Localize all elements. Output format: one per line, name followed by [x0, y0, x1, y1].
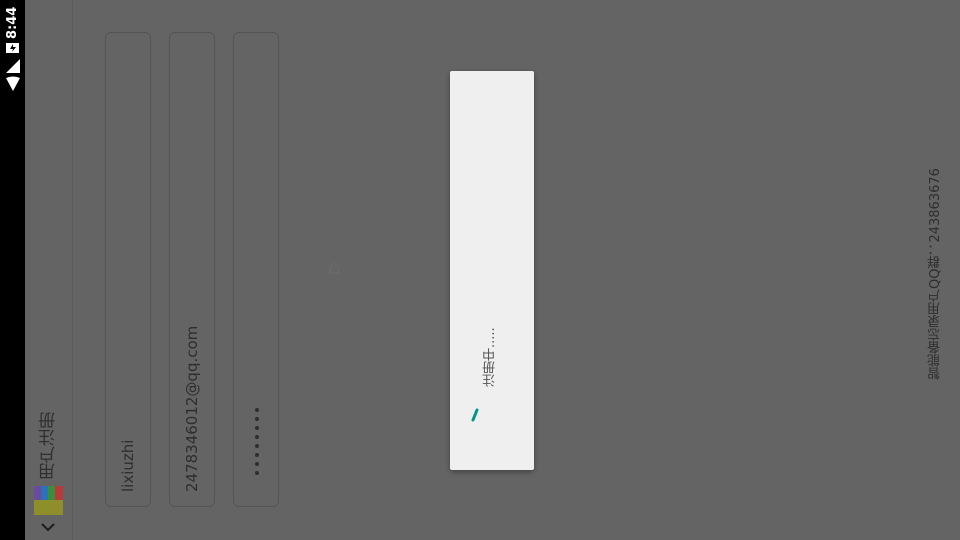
chevron-down-icon[interactable]	[40, 520, 56, 534]
app-logo-icon[interactable]	[33, 485, 64, 516]
progress-dialog: 注册中.....	[450, 71, 534, 470]
username-value: lixiuzhi	[119, 439, 137, 492]
password-dot	[255, 435, 259, 439]
password-dot	[255, 453, 259, 457]
password-field[interactable]	[233, 32, 279, 507]
email-value: 2478346012@qq.com	[183, 325, 201, 492]
dialog-message: 注册中.....	[483, 327, 498, 387]
loading-spinner-icon	[469, 408, 481, 422]
cell-signal-icon	[5, 58, 21, 74]
page-title: 用户注册	[39, 412, 59, 480]
action-bar: 用户注册	[25, 0, 73, 540]
password-dot	[255, 426, 259, 430]
password-dot	[255, 471, 259, 475]
password-dot	[255, 462, 259, 466]
footer-qq-group: 智能备忘录用户QQ群：243863676	[928, 168, 943, 380]
wifi-icon	[5, 76, 21, 92]
password-dot	[255, 417, 259, 421]
status-time: 8:44	[5, 6, 20, 40]
background-glyph: ⌂	[328, 255, 341, 279]
password-dot	[255, 408, 259, 412]
email-field[interactable]: 2478346012@qq.com	[169, 32, 215, 507]
username-field[interactable]: lixiuzhi	[105, 32, 151, 507]
status-bar: 8:44	[0, 0, 25, 540]
password-mask	[253, 408, 261, 488]
password-dot	[255, 444, 259, 448]
battery-charging-icon	[5, 40, 21, 56]
